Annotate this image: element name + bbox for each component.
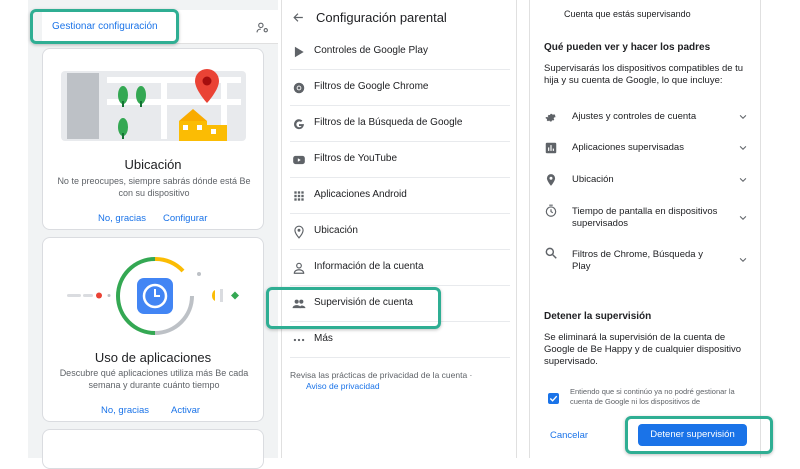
menu-item-label: Controles de Google Play [314, 45, 428, 56]
menu-item-location[interactable]: Ubicación [290, 214, 510, 250]
stop-section-title: Detener la supervisión [544, 311, 652, 322]
apps-grid-icon [294, 191, 304, 201]
next-card [42, 429, 264, 469]
menu-item-android-apps[interactable]: Aplicaciones Android [290, 178, 510, 214]
stop-button-highlight [625, 416, 773, 454]
menu-item-chrome-filters[interactable]: Filtros de Google Chrome [290, 70, 510, 106]
menu-item-label: Ubicación [314, 225, 358, 236]
google-icon [294, 119, 304, 130]
chevron-down-icon[interactable] [738, 112, 748, 122]
location-configure-link[interactable]: Configurar [163, 213, 207, 224]
app-usage-dismiss-link[interactable]: No, gracias [101, 405, 149, 416]
parents-section-title: Qué pueden ver y hacer los padres [544, 42, 711, 53]
chevron-down-icon[interactable] [738, 143, 748, 153]
item-supervised-apps[interactable]: Aplicaciones supervisadas [544, 138, 748, 158]
menu-item-label: Filtros de la Búsqueda de Google [314, 117, 463, 128]
chrome-icon [293, 82, 305, 94]
confirm-checkbox-text: Entiendo que si continúo ya no podré ges… [570, 387, 735, 406]
item-location[interactable]: Ubicación [544, 170, 748, 190]
location-card: Ubicación No te preocupes, siempre sabrá… [42, 48, 264, 230]
location-card-title: Ubicación [124, 157, 182, 172]
location-card-description: No te preocupes, siempre sabrás dónde es… [57, 176, 251, 198]
item-label: Filtros de Chrome, Búsqueda y Play [572, 249, 703, 272]
parents-section-description: Supervisarás los dispositivos compatible… [544, 63, 744, 86]
privacy-notice-link[interactable]: Aviso de privacidad [306, 381, 380, 391]
chevron-down-icon[interactable] [738, 175, 748, 185]
menu-item-label: Aplicaciones Android [314, 189, 407, 200]
location-pin-icon [294, 225, 304, 239]
parental-settings-panel: Configuración parental Controles de Goog… [281, 0, 517, 458]
app-usage-illustration [67, 256, 239, 335]
item-label: Ubicación [572, 174, 614, 185]
person-icon [293, 262, 305, 274]
chevron-down-icon[interactable] [738, 213, 748, 223]
app-usage-card-description: Descubre qué aplicaciones utiliza más Be… [59, 368, 249, 390]
supervised-account-caption: Cuenta que estás supervisando [564, 9, 691, 19]
item-label: Ajustes y controles de cuenta [572, 111, 697, 122]
app-usage-card-title: Uso de aplicaciones [94, 350, 212, 365]
menu-item-youtube-filters[interactable]: Filtros de YouTube [290, 142, 510, 178]
menu-item-account-info[interactable]: Información de la cuenta [290, 250, 510, 286]
item-label: Aplicaciones supervisadas [572, 142, 684, 153]
stop-section-description: Se eliminará la supervisión de la cuenta… [544, 332, 741, 367]
manage-settings-highlight [30, 9, 179, 44]
menu-item-label: Filtros de YouTube [314, 153, 398, 164]
menu-item-play-controls[interactable]: Controles de Google Play [290, 34, 510, 70]
back-arrow-icon[interactable] [292, 11, 305, 24]
search-icon [545, 247, 557, 259]
location-dismiss-link[interactable]: No, gracias [98, 213, 146, 224]
app-usage-card: Uso de aplicaciones Descubre qué aplicac… [42, 237, 264, 422]
family-link-home-panel: Gestionar configuración Ubicación No te … [28, 0, 278, 469]
more-horizontal-icon [293, 338, 305, 342]
cancel-button[interactable]: Cancelar [550, 430, 588, 441]
menu-item-label: Más [314, 333, 333, 344]
gear-icon [545, 113, 557, 122]
account-supervision-highlight [266, 287, 441, 329]
check-icon [549, 395, 558, 402]
bar-chart-icon [545, 142, 557, 154]
item-content-filters[interactable]: Filtros de Chrome, Búsqueda y Play [544, 245, 748, 275]
location-map-illustration [61, 69, 246, 141]
confirm-checkbox[interactable] [548, 393, 559, 404]
privacy-footer: Revisa las prácticas de privacidad de la… [290, 370, 510, 392]
youtube-icon [293, 155, 305, 165]
chevron-down-icon[interactable] [738, 255, 748, 265]
app-usage-activate-link[interactable]: Activar [171, 405, 200, 416]
item-account-settings[interactable]: Ajustes y controles de cuenta [544, 107, 748, 127]
stop-supervision-panel: Cuenta que estás supervisando Qué pueden… [529, 0, 761, 458]
menu-item-search-filters[interactable]: Filtros de la Búsqueda de Google [290, 106, 510, 142]
page-title: Configuración parental [316, 10, 447, 25]
menu-item-label: Filtros de Google Chrome [314, 81, 429, 92]
play-store-icon [294, 46, 304, 58]
manage-person-gear-icon[interactable] [256, 21, 269, 34]
privacy-text: Revisa las prácticas de privacidad de la… [290, 370, 473, 380]
item-screen-time[interactable]: Tiempo de pantalla en dispositivos super… [544, 203, 748, 233]
menu-item-label: Información de la cuenta [314, 261, 424, 272]
location-pin-icon [546, 174, 556, 186]
timer-icon [545, 204, 557, 217]
item-label: Tiempo de pantalla en dispositivos super… [572, 206, 718, 229]
